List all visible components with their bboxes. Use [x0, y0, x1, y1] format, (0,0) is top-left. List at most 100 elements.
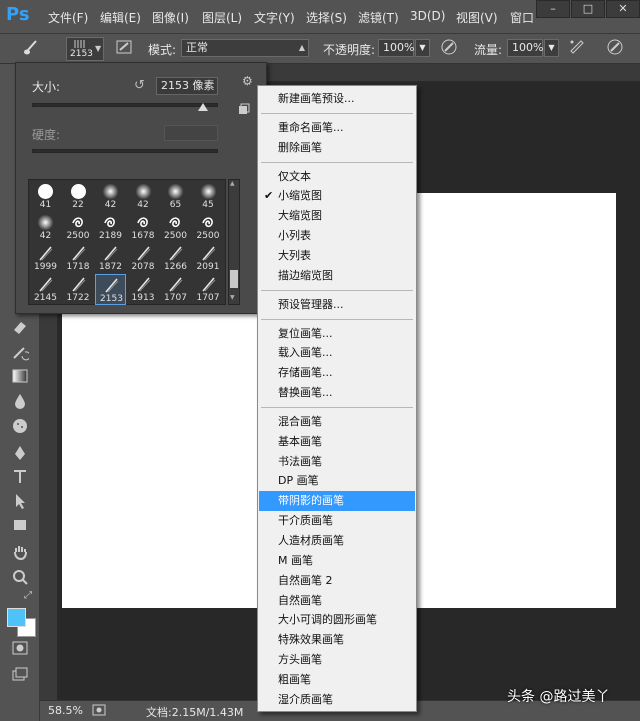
menu-item[interactable]: 基本画笔 — [259, 432, 415, 452]
brush-thumbnail[interactable]: 2189 — [95, 212, 126, 243]
brush-preset-picker[interactable]: 2153 ▼ — [66, 37, 104, 61]
menu-item[interactable]: 自然画笔 — [259, 591, 415, 611]
scroll-up-icon[interactable]: ▲ — [230, 180, 235, 187]
quick-mask-icon[interactable] — [7, 640, 33, 662]
brush-thumbnail[interactable]: 45 — [193, 181, 224, 212]
scrollbar-thumb[interactable] — [230, 270, 238, 288]
menu-item[interactable]: 仅文本 — [259, 167, 415, 187]
brush-thumbnail[interactable]: 1872 — [95, 243, 126, 274]
brush-thumbnail[interactable]: 65 — [160, 181, 191, 212]
menu-item[interactable]: 方头画笔 — [259, 650, 415, 670]
menu-item[interactable]: 文字(Y) — [254, 9, 295, 26]
menu-item[interactable]: 文件(F) — [48, 9, 88, 26]
menu-item[interactable]: 重命名画笔... — [259, 118, 415, 138]
menu-item[interactable]: ✔ 小缩览图 — [259, 186, 415, 206]
brush-thumbnail[interactable]: 2500 — [160, 212, 191, 243]
menu-item[interactable]: 湿介质画笔 — [259, 690, 415, 710]
menu-item[interactable]: 窗口 — [510, 9, 534, 26]
scroll-down-icon[interactable]: ▼ — [230, 294, 235, 301]
hand-tool-icon[interactable] — [7, 543, 33, 565]
brush-size-input[interactable]: 2153 像素 — [156, 77, 218, 95]
brush-thumbnail[interactable]: 1266 — [160, 243, 191, 274]
menu-item[interactable]: 大缩览图 — [259, 206, 415, 226]
brush-thumbnail[interactable]: 1678 — [128, 212, 159, 243]
brush-thumbnail[interactable]: 41 — [30, 181, 61, 212]
menu-item[interactable]: 自然画笔 2 — [259, 571, 415, 591]
brush-thumbnail[interactable]: 2500 — [63, 212, 94, 243]
menu-item[interactable]: M 画笔 — [259, 551, 415, 571]
opacity-input[interactable]: 100% — [378, 39, 414, 57]
minimize-icon[interactable]: – — [536, 0, 570, 18]
eraser-tool-icon[interactable] — [7, 318, 33, 340]
gradient-tool-icon[interactable] — [7, 368, 33, 390]
history-brush-tool-icon[interactable] — [7, 344, 33, 366]
path-selection-tool-icon[interactable] — [7, 492, 33, 514]
menu-item[interactable]: 存储画笔... — [259, 363, 415, 383]
foreground-color-swatch[interactable] — [7, 608, 26, 627]
menu-item[interactable]: 大小可调的圆形画笔 — [259, 610, 415, 630]
maximize-icon[interactable]: □ — [571, 0, 605, 18]
menu-item[interactable]: 载入画笔... — [259, 343, 415, 363]
zoom-tool-icon[interactable] — [7, 568, 33, 590]
status-info-icon[interactable] — [92, 703, 106, 717]
shape-tool-icon[interactable] — [7, 516, 33, 538]
menu-item[interactable]: 预设管理器... — [259, 295, 415, 315]
menu-item[interactable]: 3D(D) — [410, 9, 445, 23]
menu-item[interactable]: 选择(S) — [306, 9, 347, 26]
menu-item[interactable]: 滤镜(T) — [358, 9, 399, 26]
thumbnail-scrollbar[interactable]: ▲ ▼ — [228, 179, 240, 305]
blur-tool-icon[interactable] — [7, 392, 33, 414]
airbrush-icon[interactable] — [566, 37, 588, 59]
brush-panel-toggle-icon[interactable] — [113, 38, 135, 60]
brush-thumbnail[interactable]: 42 — [95, 181, 126, 212]
brush-thumbnail[interactable]: 22 — [63, 181, 94, 212]
brush-thumbnail[interactable]: 2500 — [193, 212, 224, 243]
menu-item[interactable]: 混合画笔 — [259, 412, 415, 432]
opacity-dropdown-icon[interactable]: ▼ — [415, 39, 430, 57]
close-icon[interactable]: ✕ — [606, 0, 640, 18]
menu-item[interactable]: 图层(L) — [202, 9, 242, 26]
gear-icon[interactable]: ⚙ — [242, 74, 253, 88]
new-preset-icon[interactable] — [238, 103, 250, 115]
tablet-pressure-opacity-icon[interactable] — [438, 37, 460, 59]
brush-thumbnail[interactable]: 42 — [30, 212, 61, 243]
menu-item[interactable]: 大列表 — [259, 246, 415, 266]
menu-item[interactable]: 替换画笔... — [259, 383, 415, 403]
brush-thumbnail[interactable]: 1999 — [30, 243, 61, 274]
brush-thumbnail[interactable]: 2078 — [128, 243, 159, 274]
sponge-tool-icon[interactable] — [7, 417, 33, 439]
flow-dropdown-icon[interactable]: ▼ — [544, 39, 559, 57]
reset-size-icon[interactable]: ↺ — [134, 78, 145, 93]
brush-thumbnail[interactable]: 1707 — [160, 274, 191, 305]
menu-item[interactable]: DP 画笔 — [259, 471, 415, 491]
blend-mode-select[interactable]: 正常 ▲ — [181, 39, 309, 57]
pen-tool-icon[interactable] — [7, 444, 33, 466]
swap-colors-icon[interactable]: ⤢ — [24, 590, 32, 601]
menu-item[interactable]: 人造材质画笔 — [259, 531, 415, 551]
menu-item[interactable]: 视图(V) — [456, 9, 498, 26]
screen-mode-icon[interactable] — [7, 666, 33, 688]
size-slider-thumb[interactable] — [198, 103, 209, 111]
tablet-pressure-size-icon[interactable] — [604, 37, 626, 59]
brush-tool-icon[interactable] — [20, 38, 42, 60]
menu-item[interactable]: 新建画笔预设... — [259, 89, 415, 109]
menu-item[interactable]: 干介质画笔 — [259, 511, 415, 531]
menu-item[interactable]: 描边缩览图 — [259, 266, 415, 286]
brush-thumbnail[interactable]: 2145 — [30, 274, 61, 305]
brush-thumbnail[interactable]: 1913 — [128, 274, 159, 305]
menu-item[interactable]: 图像(I) — [152, 9, 189, 26]
menu-item[interactable]: 编辑(E) — [100, 9, 141, 26]
size-slider-track[interactable] — [32, 103, 218, 107]
type-tool-icon[interactable] — [7, 468, 33, 490]
brush-thumbnail[interactable]: 1718 — [63, 243, 94, 274]
menu-item[interactable]: 特殊效果画笔 — [259, 630, 415, 650]
menu-item[interactable]: 复位画笔... — [259, 324, 415, 344]
menu-item[interactable]: 小列表 — [259, 226, 415, 246]
brush-thumbnail[interactable]: 1707 — [193, 274, 224, 305]
menu-item[interactable]: 书法画笔 — [259, 452, 415, 472]
brush-thumbnail[interactable]: 42 — [128, 181, 159, 212]
zoom-level[interactable]: 58.5% — [48, 704, 83, 717]
menu-item[interactable]: 删除画笔 — [259, 138, 415, 158]
menu-item[interactable]: 粗画笔 — [259, 670, 415, 690]
flow-input[interactable]: 100% — [507, 39, 543, 57]
